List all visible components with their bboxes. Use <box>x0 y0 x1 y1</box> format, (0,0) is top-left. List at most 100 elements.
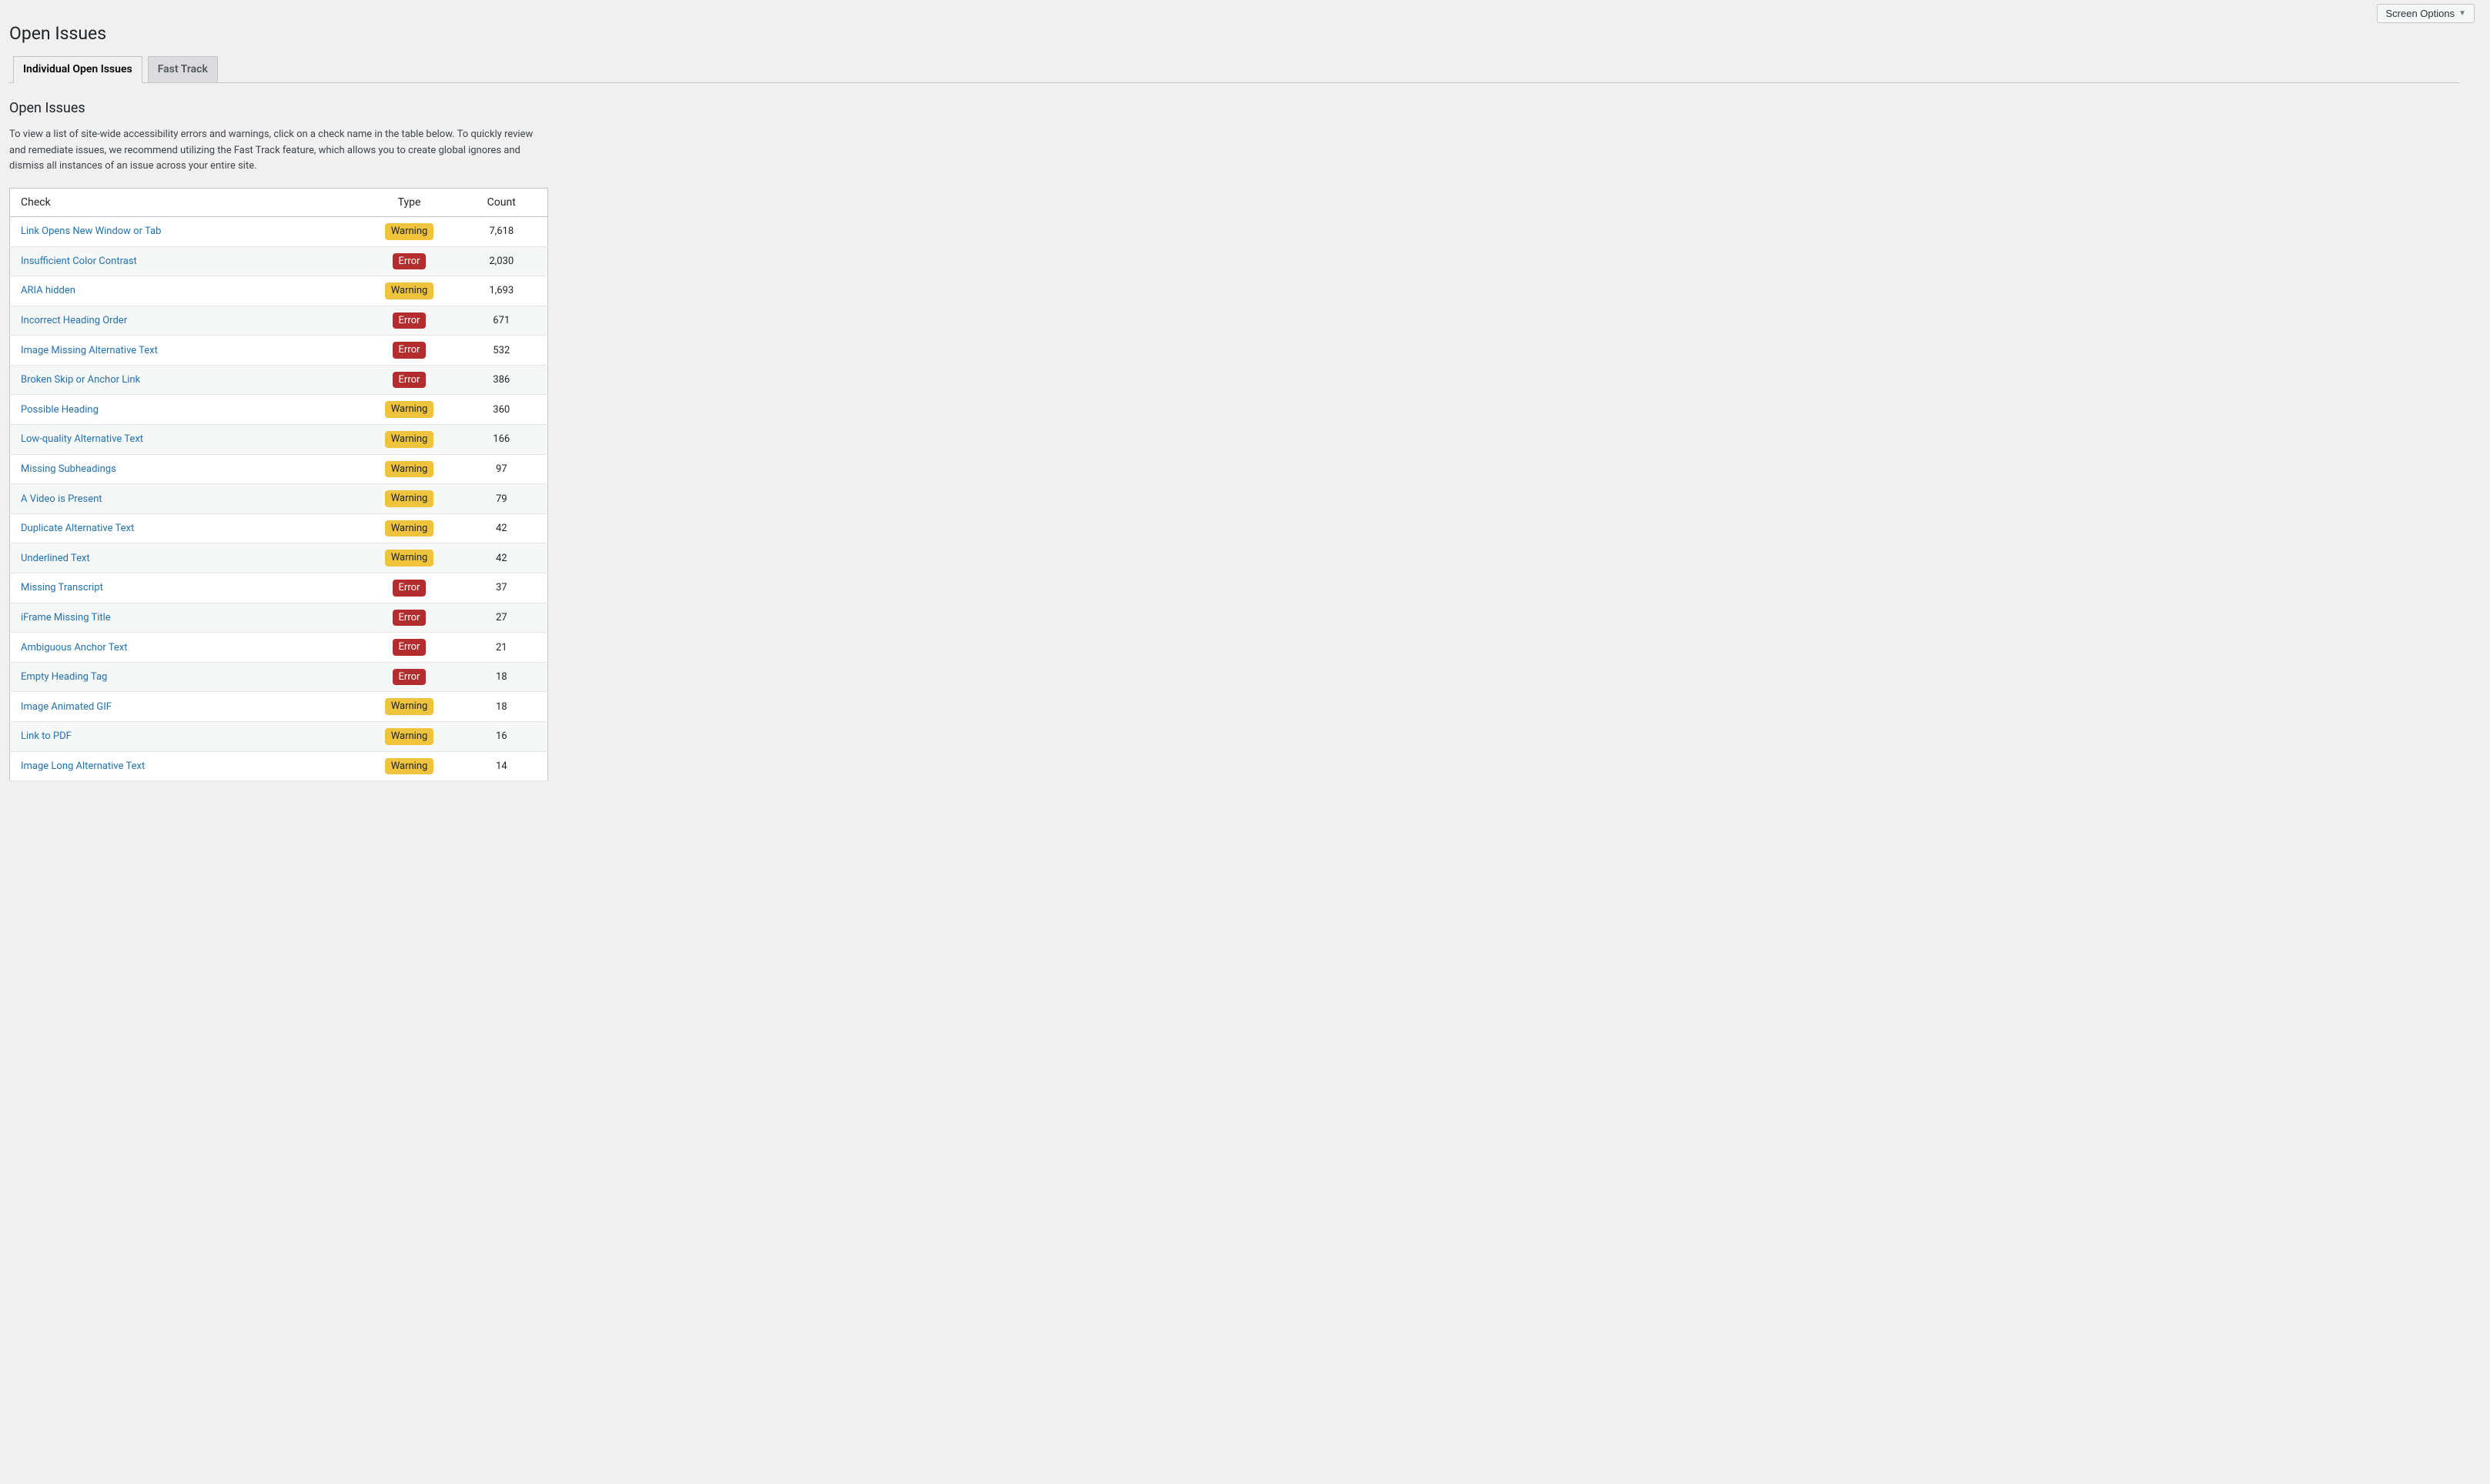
check-link[interactable]: iFrame Missing Title <box>21 612 111 623</box>
table-row: Low-quality Alternative TextWarning166 <box>10 425 548 455</box>
table-row: Possible Heading Warning 360 <box>10 395 548 425</box>
count-cell: 79 <box>456 484 548 514</box>
intro-text: To view a list of site-wide accessibilit… <box>9 127 548 173</box>
check-link[interactable]: Low-quality Alternative Text <box>21 433 143 445</box>
error-badge: Error <box>393 580 427 597</box>
count-cell: 671 <box>456 306 548 336</box>
warning-badge: Warning <box>385 431 434 448</box>
table-row: Broken Skip or Anchor LinkError386 <box>10 365 548 395</box>
check-link[interactable]: A Video is Present <box>21 493 102 505</box>
table-row: Missing Subheadings Warning 97 <box>10 454 548 484</box>
count-cell: 18 <box>456 692 548 722</box>
table-row: Ambiguous Anchor TextError21 <box>10 633 548 663</box>
type-cell: Warning <box>363 692 456 722</box>
error-badge: Error <box>393 342 427 359</box>
col-header-count: Count <box>456 188 548 216</box>
error-badge: Error <box>393 669 427 686</box>
check-link[interactable]: ARIA hidden <box>21 285 75 296</box>
count-cell: 14 <box>456 751 548 781</box>
table-row: Image Long Alternative Text Warning 14 <box>10 751 548 781</box>
error-badge: Error <box>393 639 427 656</box>
type-cell: Warning <box>363 722 456 752</box>
type-cell: Error <box>363 633 456 663</box>
section-title: Open Issues <box>9 100 2459 116</box>
count-cell: 2,030 <box>456 246 548 276</box>
warning-badge: Warning <box>385 698 434 715</box>
warning-badge: Warning <box>385 550 434 567</box>
check-link[interactable]: Broken Skip or Anchor Link <box>21 374 140 386</box>
type-cell: Error <box>363 603 456 633</box>
count-cell: 37 <box>456 573 548 603</box>
check-link[interactable]: Image Animated GIF <box>21 701 112 713</box>
error-badge: Error <box>393 313 427 329</box>
type-cell: Warning <box>363 543 456 573</box>
check-link[interactable]: Possible Heading <box>21 404 99 416</box>
check-link[interactable]: Link Opens New Window or Tab <box>21 226 161 237</box>
type-cell: Warning <box>363 216 456 246</box>
check-link[interactable]: Image Missing Alternative Text <box>21 345 158 356</box>
table-row: Image Missing Alternative Text Error 532 <box>10 336 548 366</box>
type-cell: Error <box>363 246 456 276</box>
tab-fast-track[interactable]: Fast Track <box>148 56 218 83</box>
table-row: Incorrect Heading Order Error 671 <box>10 306 548 336</box>
warning-badge: Warning <box>385 461 434 478</box>
issues-table: Check Type Count Link Opens New Window o… <box>9 188 548 781</box>
check-link[interactable]: Incorrect Heading Order <box>21 315 127 326</box>
table-row: Image Animated GIF Warning 18 <box>10 692 548 722</box>
caret-down-icon: ▼ <box>2458 9 2466 18</box>
tab-label: Fast Track <box>158 63 208 75</box>
table-row: Link to PDFWarning16 <box>10 722 548 752</box>
check-link[interactable]: Missing Transcript <box>21 582 103 593</box>
warning-badge: Warning <box>385 490 434 507</box>
table-row: Duplicate Alternative TextWarning42 <box>10 513 548 543</box>
check-link[interactable]: Missing Subheadings <box>21 463 116 475</box>
screen-options-label: Screen Options <box>2385 8 2455 19</box>
check-link[interactable]: Duplicate Alternative Text <box>21 523 134 534</box>
warning-badge: Warning <box>385 728 434 745</box>
type-cell: Warning <box>363 395 456 425</box>
table-row: A Video is Present Warning 79 <box>10 484 548 514</box>
check-link[interactable]: Ambiguous Anchor Text <box>21 642 127 653</box>
table-row: ARIA hiddenWarning1,693 <box>10 276 548 306</box>
check-link[interactable]: Image Long Alternative Text <box>21 760 145 772</box>
warning-badge: Warning <box>385 758 434 775</box>
count-cell: 97 <box>456 454 548 484</box>
type-cell: Warning <box>363 425 456 455</box>
count-cell: 360 <box>456 395 548 425</box>
check-link[interactable]: Underlined Text <box>21 553 90 564</box>
type-cell: Error <box>363 662 456 692</box>
count-cell: 18 <box>456 662 548 692</box>
count-cell: 27 <box>456 603 548 633</box>
type-cell: Error <box>363 365 456 395</box>
type-cell: Error <box>363 306 456 336</box>
type-cell: Warning <box>363 454 456 484</box>
check-link[interactable]: Empty Heading Tag <box>21 671 107 683</box>
table-header-row: Check Type Count <box>10 188 548 216</box>
table-row: Missing Transcript Error 37 <box>10 573 548 603</box>
tab-bar: Individual Open Issues Fast Track <box>9 48 2459 84</box>
warning-badge: Warning <box>385 520 434 537</box>
table-row: Underlined Text Warning 42 <box>10 543 548 573</box>
type-cell: Warning <box>363 513 456 543</box>
error-badge: Error <box>393 610 427 627</box>
error-badge: Error <box>393 253 427 270</box>
check-link[interactable]: Link to PDF <box>21 730 72 742</box>
table-row: iFrame Missing Title Error 27 <box>10 603 548 633</box>
screen-options-button[interactable]: Screen Options ▼ <box>2377 4 2475 23</box>
col-header-check: Check <box>10 188 363 216</box>
table-row: Link Opens New Window or Tab Warning7,618 <box>10 216 548 246</box>
tab-label: Individual Open Issues <box>23 63 132 75</box>
warning-badge: Warning <box>385 282 434 299</box>
check-link[interactable]: Insufficient Color Contrast <box>21 256 137 267</box>
type-cell: Warning <box>363 276 456 306</box>
col-header-type: Type <box>363 188 456 216</box>
count-cell: 532 <box>456 336 548 366</box>
type-cell: Error <box>363 336 456 366</box>
count-cell: 7,618 <box>456 216 548 246</box>
warning-badge: Warning <box>385 401 434 418</box>
count-cell: 42 <box>456 543 548 573</box>
table-row: Insufficient Color Contrast Error 2,030 <box>10 246 548 276</box>
tab-individual-open-issues[interactable]: Individual Open Issues <box>13 56 142 84</box>
error-badge: Error <box>393 372 427 389</box>
type-cell: Warning <box>363 751 456 781</box>
